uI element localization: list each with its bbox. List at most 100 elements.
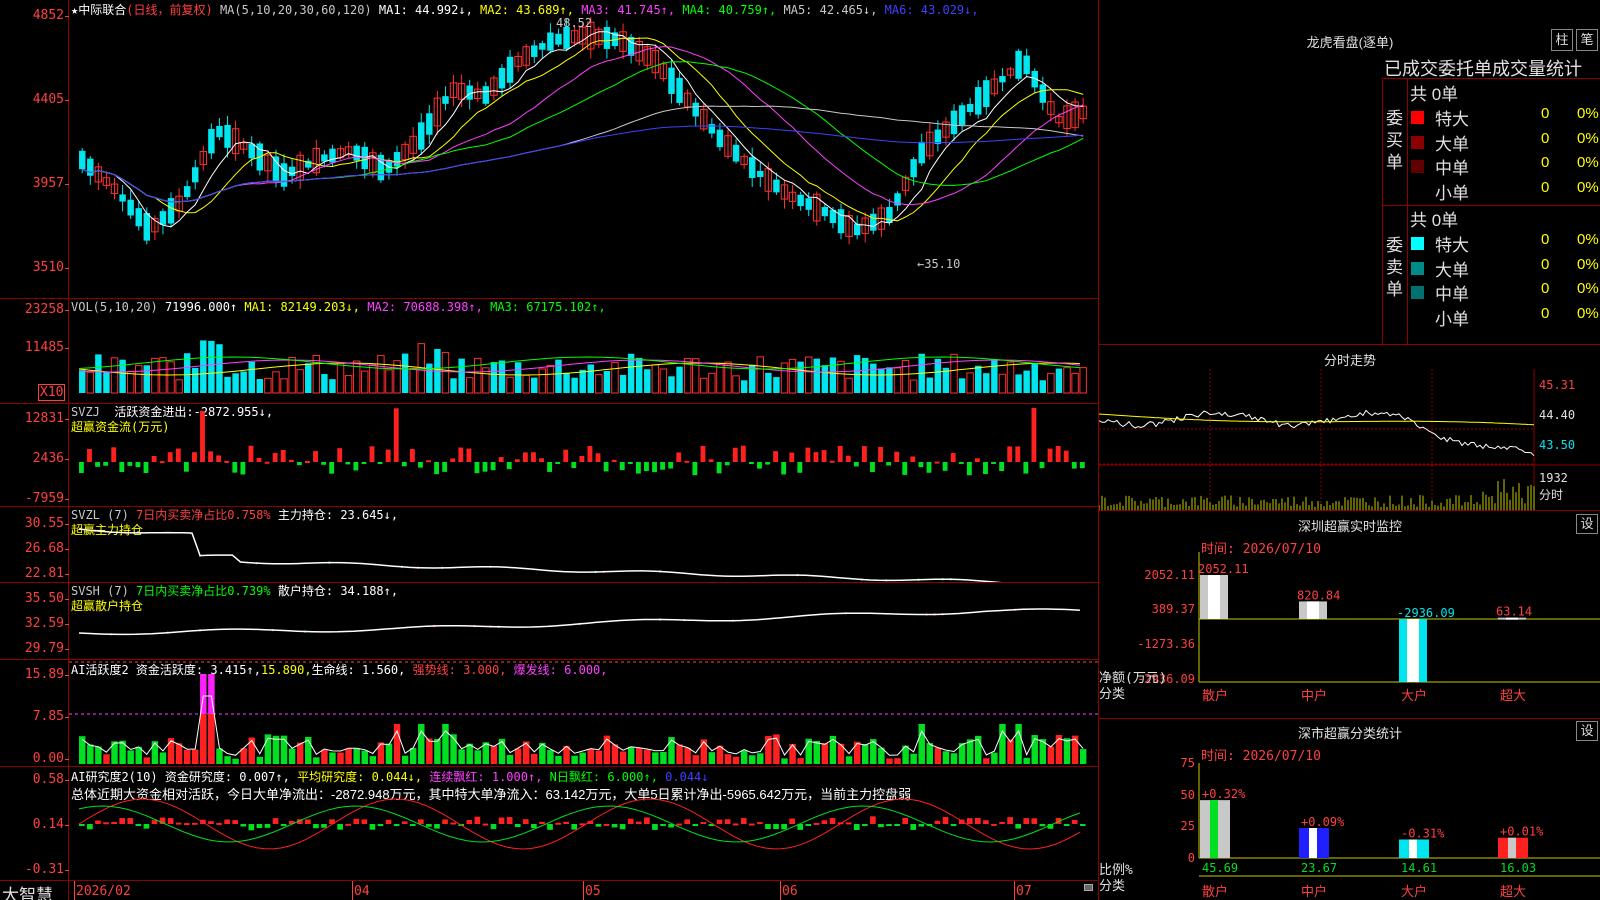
y-tick: 0.00 bbox=[32, 751, 64, 766]
flow-bar bbox=[902, 462, 908, 475]
candle-down bbox=[119, 194, 126, 202]
szc-value: 14.61 bbox=[1401, 861, 1437, 875]
flow-bar bbox=[151, 455, 157, 462]
sz-monitor-settings-button[interactable]: 设 bbox=[1576, 514, 1598, 534]
svzl-chart[interactable] bbox=[69, 507, 1098, 582]
activity-bar bbox=[861, 744, 869, 764]
flow-bar bbox=[248, 445, 254, 462]
vol-bar-up bbox=[659, 368, 668, 394]
sell-row-name: 特大 bbox=[1435, 236, 1469, 255]
buy-row-name: 小单 bbox=[1435, 183, 1469, 203]
vol-bar-down bbox=[1055, 368, 1063, 393]
date-label: 04 bbox=[354, 884, 370, 899]
y-tick: 35.50 bbox=[24, 591, 64, 606]
research-bar bbox=[853, 824, 860, 831]
activity-bar bbox=[87, 744, 94, 764]
vol-bar-up bbox=[998, 373, 1007, 394]
vol-bar-down bbox=[579, 369, 586, 393]
szm-unit2: 分类 bbox=[1099, 687, 1125, 702]
svzj-chart[interactable] bbox=[69, 404, 1098, 506]
research-bar bbox=[175, 822, 182, 825]
activity-bar bbox=[918, 724, 925, 764]
candle-down bbox=[321, 154, 328, 162]
vol-bar-down bbox=[232, 373, 239, 393]
main-y-axis: 4852 4405 3957 3510 bbox=[0, 0, 69, 298]
research-bar bbox=[870, 816, 876, 824]
vol-bar-down bbox=[401, 353, 409, 393]
activity-bar bbox=[143, 757, 151, 764]
flow-bar bbox=[337, 448, 343, 462]
research-bar bbox=[547, 824, 553, 830]
vol-bar-up bbox=[700, 377, 708, 394]
activity-bar bbox=[506, 754, 514, 764]
candlestick-chart[interactable]: 48.52 ←35.10 bbox=[69, 0, 1098, 298]
candle-down bbox=[353, 145, 360, 161]
candle-down bbox=[999, 76, 1006, 83]
research-bar bbox=[716, 819, 723, 824]
sz-class-chart[interactable]: 75 50 25 0 +0.32% 45.69 散户 +0.09% 23.67 中户 -0.31% 1… bbox=[1099, 758, 1600, 900]
fs-price-line bbox=[1099, 409, 1535, 457]
flow-bar bbox=[256, 458, 262, 462]
flow-bar bbox=[159, 461, 165, 464]
column-button[interactable]: 柱 bbox=[1551, 29, 1573, 51]
flow-bar bbox=[966, 462, 972, 476]
intraday-chart[interactable]: 45.31 44.40 43.50 1932 分时 bbox=[1099, 369, 1600, 510]
vol-bar-down bbox=[813, 358, 821, 393]
vol-bar-down bbox=[498, 360, 506, 393]
research-bar bbox=[280, 824, 287, 826]
research-bar bbox=[490, 824, 497, 830]
sz-monitor-chart[interactable]: 2052.11 389.37 -1273.36 -2936.09 2052.11 散户 82… bbox=[1099, 552, 1600, 718]
research-bar bbox=[1023, 818, 1030, 824]
vol-bar-up bbox=[1047, 372, 1055, 394]
svsh-chart[interactable] bbox=[69, 583, 1098, 659]
activity-bar bbox=[103, 754, 110, 764]
research-bar bbox=[757, 822, 763, 825]
vol-bar-down bbox=[668, 376, 675, 393]
flow-bar bbox=[627, 462, 633, 464]
sell-row-pct: 0% bbox=[1577, 255, 1599, 273]
vol-bar-down bbox=[821, 365, 829, 393]
lock-icon[interactable] bbox=[1084, 884, 1093, 891]
candle-down bbox=[627, 36, 635, 56]
sell-row-name: 小单 bbox=[1435, 309, 1469, 329]
activity-bar bbox=[547, 749, 554, 764]
flow-bar bbox=[1071, 462, 1077, 469]
flow-bar bbox=[595, 453, 601, 462]
candle-down bbox=[603, 27, 611, 49]
ai2-chart[interactable] bbox=[69, 767, 1098, 880]
activity-bar bbox=[1063, 738, 1071, 764]
vol-bar-up bbox=[175, 379, 183, 394]
volume-chart[interactable] bbox=[69, 299, 1098, 403]
vol-bar-down bbox=[797, 361, 804, 393]
szc-bar-highlight bbox=[1309, 828, 1317, 858]
szc-chg: -0.31% bbox=[1401, 826, 1445, 840]
vol-bar-up bbox=[724, 361, 732, 394]
flow-bar bbox=[547, 462, 553, 472]
szc-y-tick: 75 bbox=[1181, 758, 1195, 770]
ai1-chart[interactable] bbox=[69, 660, 1098, 766]
vol-bar-up bbox=[595, 374, 603, 394]
vol-bar-up bbox=[780, 362, 789, 394]
vol-bar-down bbox=[773, 377, 780, 393]
flow-bar bbox=[724, 462, 730, 466]
research-bar bbox=[1015, 824, 1022, 829]
research-bar bbox=[700, 821, 707, 824]
research-bar bbox=[224, 819, 230, 824]
activity-bar bbox=[611, 744, 619, 764]
vol-bar-up bbox=[288, 356, 296, 394]
y-tick: 29.79 bbox=[24, 641, 64, 656]
research-bar bbox=[942, 817, 949, 824]
research-bar bbox=[724, 819, 731, 824]
candle-down bbox=[143, 212, 151, 241]
activity-bar bbox=[934, 747, 942, 764]
research-bar bbox=[821, 820, 828, 824]
activity-bar bbox=[853, 741, 861, 764]
sz-class-settings-button[interactable]: 设 bbox=[1576, 721, 1598, 741]
activity-bar bbox=[272, 735, 280, 764]
ma-line-3 bbox=[82, 46, 1084, 206]
stroke-button[interactable]: 笔 bbox=[1576, 29, 1598, 51]
flow-bar bbox=[861, 446, 867, 462]
vol-bar-down bbox=[208, 340, 215, 393]
research-bar bbox=[611, 824, 618, 828]
activity-bar bbox=[595, 750, 603, 764]
